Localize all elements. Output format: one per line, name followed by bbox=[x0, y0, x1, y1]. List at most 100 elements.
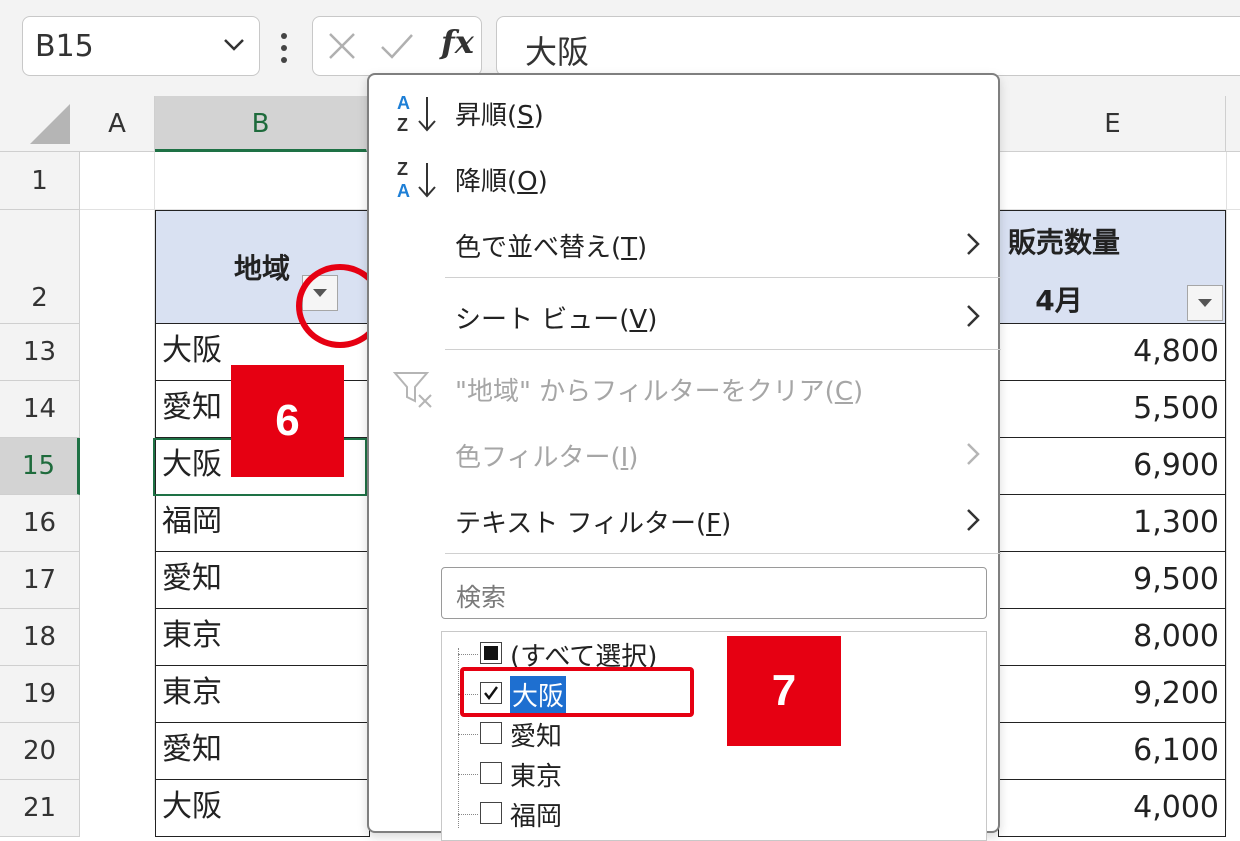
checkbox-unchecked[interactable] bbox=[480, 802, 502, 824]
accel-key: S bbox=[517, 101, 534, 131]
row-header[interactable]: 18 bbox=[0, 609, 80, 666]
sort-ascending-label: 昇順( bbox=[455, 101, 518, 131]
accel-key: O bbox=[517, 167, 538, 197]
chevron-right-icon bbox=[967, 443, 980, 465]
enter-check-icon[interactable] bbox=[379, 31, 415, 61]
list-item-aichi[interactable]: 愛知 bbox=[442, 714, 982, 754]
row-header[interactable]: 19 bbox=[0, 666, 80, 723]
formula-value: 大阪 bbox=[525, 33, 590, 71]
clear-filter-icon bbox=[392, 372, 432, 408]
menu-item-text-filter[interactable]: テキスト フィルター(F) bbox=[369, 489, 999, 549]
name-box-value: B15 bbox=[35, 29, 94, 64]
cell-region[interactable]: 東京 bbox=[155, 609, 370, 666]
row-header[interactable]: 21 bbox=[0, 780, 80, 837]
sort-ascending-icon: A Z bbox=[397, 93, 436, 135]
svg-text:Z: Z bbox=[397, 115, 408, 135]
cell-qty[interactable]: 4,000 bbox=[998, 780, 1226, 837]
search-input[interactable]: 検索 bbox=[441, 567, 987, 619]
svg-text:A: A bbox=[397, 181, 410, 201]
row-header[interactable]: 1 bbox=[0, 152, 80, 210]
gridline bbox=[1226, 152, 1227, 820]
cell-qty[interactable]: 6,900 bbox=[998, 438, 1226, 495]
header-qty-label: 販売数量 bbox=[1007, 226, 1120, 259]
paren: ) bbox=[647, 305, 658, 335]
formula-input[interactable]: 大阪 bbox=[496, 16, 1240, 76]
color-filter-label: 色フィルター( bbox=[455, 443, 621, 473]
menu-item-sheet-view[interactable]: シート ビュー(V) bbox=[369, 285, 999, 345]
name-box[interactable]: B15 bbox=[22, 16, 260, 76]
cell-qty[interactable]: 4,800 bbox=[998, 324, 1226, 381]
menu-item-color-filter[interactable]: 色フィルター(I) bbox=[369, 423, 999, 483]
column-header-e[interactable]: E bbox=[1000, 96, 1226, 152]
checkbox-unchecked[interactable] bbox=[480, 722, 502, 744]
list-item-tokyo[interactable]: 東京 bbox=[442, 754, 982, 794]
svg-text:Z: Z bbox=[397, 159, 408, 179]
filter-value-list[interactable]: (すべて選択) 大阪 愛知 東京 福岡 bbox=[441, 631, 987, 841]
row-header-active[interactable]: 15 bbox=[0, 438, 80, 495]
formula-buttons: fx bbox=[312, 16, 482, 76]
paren: ) bbox=[637, 233, 648, 263]
cell-region[interactable]: 東京 bbox=[155, 666, 370, 723]
cell-region[interactable]: 福岡 bbox=[155, 495, 370, 552]
accel-key: C bbox=[834, 377, 853, 407]
step-badge-7: 7 bbox=[727, 636, 841, 746]
column-header-a[interactable]: A bbox=[80, 96, 155, 152]
cell-qty[interactable]: 1,300 bbox=[998, 495, 1226, 552]
accel-key: V bbox=[629, 305, 648, 335]
column-header-b[interactable]: B bbox=[155, 96, 367, 152]
paren: ) bbox=[628, 443, 639, 473]
list-item-fukuoka[interactable]: 福岡 bbox=[442, 794, 982, 834]
annotation-rectangle bbox=[460, 667, 694, 717]
list-item-label: 愛知 bbox=[510, 722, 563, 752]
list-item-label: 福岡 bbox=[510, 802, 563, 832]
cell-qty[interactable]: 6,100 bbox=[998, 723, 1226, 780]
accel-key: T bbox=[621, 233, 638, 263]
sort-by-color-label: 色で並べ替え( bbox=[455, 233, 622, 263]
sort-descending-label: 降順( bbox=[455, 167, 518, 197]
triangle-down-icon bbox=[1198, 299, 1212, 307]
cancel-icon[interactable] bbox=[327, 31, 357, 61]
cell-region[interactable]: 大阪 bbox=[155, 780, 370, 837]
checkbox-partial[interactable] bbox=[480, 642, 502, 664]
chevron-right-icon bbox=[967, 233, 980, 255]
chevron-right-icon bbox=[967, 305, 980, 327]
cell-qty[interactable]: 9,500 bbox=[998, 552, 1226, 609]
row-header[interactable]: 16 bbox=[0, 495, 80, 552]
chevron-down-icon[interactable] bbox=[219, 29, 249, 59]
cell-qty[interactable]: 5,500 bbox=[998, 381, 1226, 438]
filter-dropdown-button[interactable] bbox=[1187, 285, 1223, 321]
row-header[interactable]: 2 bbox=[0, 210, 80, 324]
menu-item-sort-ascending[interactable]: A Z 昇順(S) bbox=[369, 81, 999, 141]
menu-separator bbox=[445, 553, 1001, 554]
header-cell-qty[interactable]: 販売数量 4月 bbox=[998, 210, 1226, 324]
text-filter-label: テキスト フィルター( bbox=[455, 509, 707, 539]
menu-separator bbox=[445, 349, 1001, 350]
menu-item-sort-by-color[interactable]: 色で並べ替え(T) bbox=[369, 213, 999, 273]
cell-qty[interactable]: 9,200 bbox=[998, 666, 1226, 723]
chevron-right-icon bbox=[967, 509, 980, 531]
cell-region[interactable]: 愛知 bbox=[155, 723, 370, 780]
paren: ) bbox=[533, 101, 544, 131]
svg-text:A: A bbox=[397, 93, 410, 113]
search-placeholder: 検索 bbox=[456, 583, 507, 612]
more-options-icon[interactable] bbox=[276, 30, 292, 66]
row-header[interactable]: 14 bbox=[0, 381, 80, 438]
list-item-label: 東京 bbox=[510, 762, 563, 792]
step-badge-6: 6 bbox=[231, 365, 344, 477]
select-all-corner[interactable] bbox=[0, 96, 80, 152]
cell-qty[interactable]: 8,000 bbox=[998, 609, 1226, 666]
menu-item-sort-descending[interactable]: Z A 降順(O) bbox=[369, 147, 999, 207]
paren: ) bbox=[852, 377, 864, 407]
sheet-view-label: シート ビュー( bbox=[455, 305, 630, 335]
insert-function-button[interactable]: fx bbox=[441, 23, 474, 61]
header-qty-month: 4月 bbox=[1035, 284, 1083, 317]
row-header[interactable]: 20 bbox=[0, 723, 80, 780]
sort-descending-icon: Z A bbox=[397, 159, 436, 201]
checkbox-unchecked[interactable] bbox=[480, 762, 502, 784]
cell-region[interactable]: 愛知 bbox=[155, 552, 370, 609]
row-header[interactable]: 17 bbox=[0, 552, 80, 609]
menu-item-clear-filter[interactable]: "地域" からフィルターをクリア(C) bbox=[369, 357, 999, 417]
paren: ) bbox=[721, 509, 732, 539]
menu-separator bbox=[445, 277, 1001, 278]
row-header[interactable]: 13 bbox=[0, 324, 80, 381]
